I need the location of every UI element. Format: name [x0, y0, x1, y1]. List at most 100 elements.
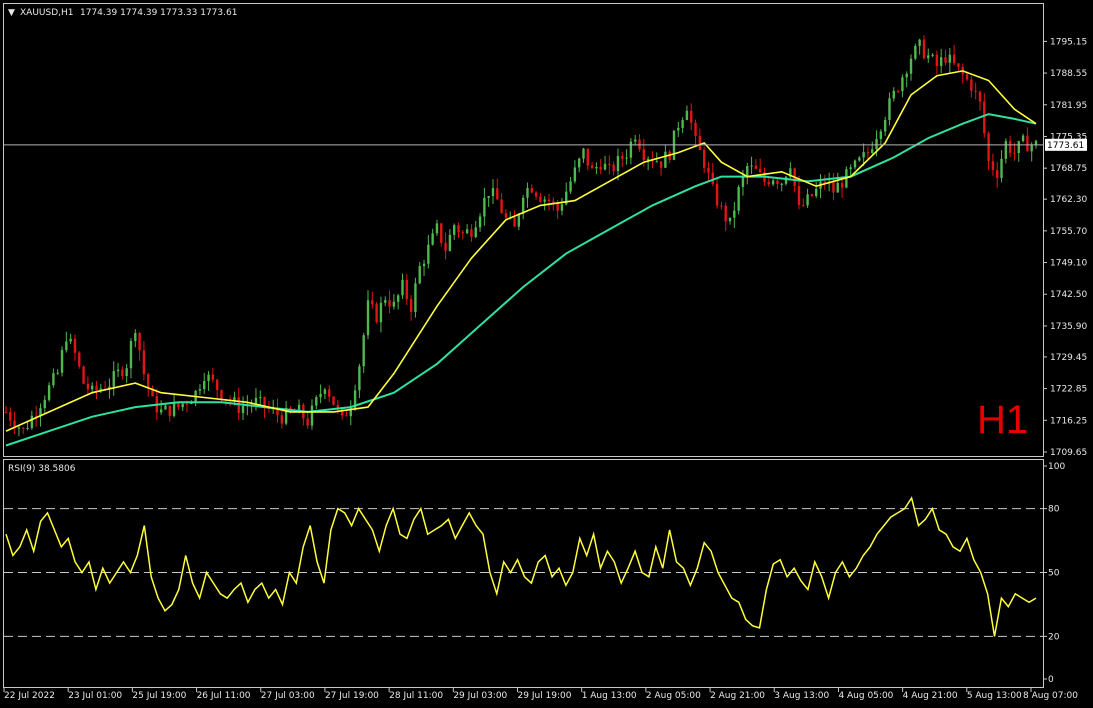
price-tick-label: 1768.75 — [1050, 164, 1087, 174]
time-tick-label: 5 Aug 13:00 — [967, 691, 1022, 701]
candle-body — [1004, 141, 1008, 159]
candle-body — [711, 172, 714, 184]
candle-body — [862, 152, 865, 158]
candle-body — [685, 110, 689, 120]
candle-body — [737, 186, 740, 211]
candle-body — [849, 167, 852, 170]
price-tick-label: 1709.65 — [1050, 448, 1087, 458]
candle-body — [659, 161, 663, 168]
price-tick-label: 1722.85 — [1050, 385, 1087, 395]
candle-body — [280, 415, 284, 424]
price-tick-label: 1735.90 — [1050, 322, 1087, 332]
candle-body — [556, 202, 559, 211]
candle-body — [65, 341, 68, 351]
candle-body — [681, 119, 684, 128]
price-tick-label: 1788.55 — [1050, 69, 1087, 79]
time-tick-label: 26 Jul 11:00 — [197, 691, 251, 701]
price-tick-label: 1781.95 — [1050, 101, 1087, 111]
current-price-tag-text: 1773.61 — [1047, 141, 1084, 151]
candle-body — [776, 180, 779, 185]
candle-body — [147, 374, 150, 389]
candle-body — [203, 381, 206, 390]
candle-body — [707, 167, 710, 173]
candle-body — [616, 155, 620, 172]
candle-body — [73, 338, 77, 353]
time-tick-label: 2 Aug 21:00 — [710, 691, 765, 701]
candle-body — [444, 242, 447, 251]
candle-body — [241, 405, 245, 413]
candle-body — [866, 152, 870, 154]
candle-body — [577, 158, 581, 168]
candle-body — [177, 403, 180, 408]
candle-body — [112, 371, 115, 387]
candle-body — [724, 205, 727, 222]
rsi-tick-label: 0 — [1048, 675, 1054, 685]
candle-body — [965, 74, 969, 80]
candle-body — [974, 90, 977, 92]
chart-ohlc: 1774.39 1774.39 1773.33 1773.61 — [80, 8, 237, 18]
candle-body — [1013, 152, 1016, 154]
candle-body — [78, 352, 81, 367]
candle-body — [896, 90, 900, 92]
candle-body — [629, 141, 633, 158]
price-tick-label: 1762.30 — [1050, 195, 1087, 205]
candle-body — [379, 302, 383, 323]
candle-body — [935, 54, 939, 66]
candle-body — [422, 263, 426, 267]
chart-background — [0, 0, 1093, 708]
candle-body — [914, 45, 917, 59]
candle-body — [1008, 141, 1012, 153]
candle-body — [26, 427, 29, 429]
candle-body — [599, 167, 602, 170]
price-tick-label: 1749.10 — [1050, 259, 1087, 269]
candle-body — [211, 374, 215, 380]
candle-body — [340, 408, 344, 416]
rsi-tick-label: 80 — [1048, 505, 1060, 515]
candle-body — [504, 213, 508, 218]
time-tick-label: 23 Jul 01:00 — [68, 691, 122, 701]
time-tick-label: 22 Jul 2022 — [4, 691, 55, 701]
price-chart[interactable]: 1795.151788.551781.951775.351768.751762.… — [0, 0, 1093, 708]
candle-body — [927, 55, 930, 59]
candle-body — [784, 176, 788, 184]
candle-body — [121, 369, 124, 376]
candle-body — [375, 304, 378, 323]
time-tick-label: 28 Jul 11:00 — [389, 691, 443, 701]
candle-body — [642, 149, 646, 161]
candle-body — [655, 161, 658, 163]
candle-body — [590, 165, 594, 169]
candle-body — [478, 216, 482, 228]
candle-body — [612, 164, 615, 172]
candle-body — [461, 232, 465, 234]
candle-body — [30, 415, 34, 428]
candle-body — [621, 155, 624, 159]
candle-body — [457, 225, 460, 233]
candle-body — [142, 350, 146, 375]
candle-body — [427, 244, 430, 264]
candle-body — [983, 101, 986, 134]
candle-body — [853, 160, 857, 168]
candle-body — [978, 91, 982, 102]
candle-body — [215, 379, 219, 391]
candle-body — [465, 229, 469, 234]
candle-body — [396, 295, 400, 302]
candle-body — [9, 412, 12, 421]
candle-body — [634, 139, 637, 142]
candle-body — [134, 333, 137, 342]
time-tick-label: 8 Aug 07:00 — [1023, 691, 1078, 701]
candle-body — [431, 233, 434, 245]
candle-body — [409, 299, 413, 313]
candle-body — [586, 148, 589, 166]
candle-body — [569, 181, 572, 192]
candle-body — [319, 393, 322, 398]
candle-body — [767, 181, 771, 185]
candle-body — [754, 165, 758, 169]
rsi-title: RSI(9) 38.5806 — [8, 464, 76, 474]
chart-header-arrow-icon[interactable]: ▼ — [8, 8, 15, 18]
candle-body — [435, 223, 439, 234]
candle-body — [922, 39, 926, 59]
candle-body — [991, 161, 995, 171]
candle-body — [728, 217, 732, 222]
candle-body — [1021, 135, 1025, 142]
candle-body — [901, 77, 904, 92]
